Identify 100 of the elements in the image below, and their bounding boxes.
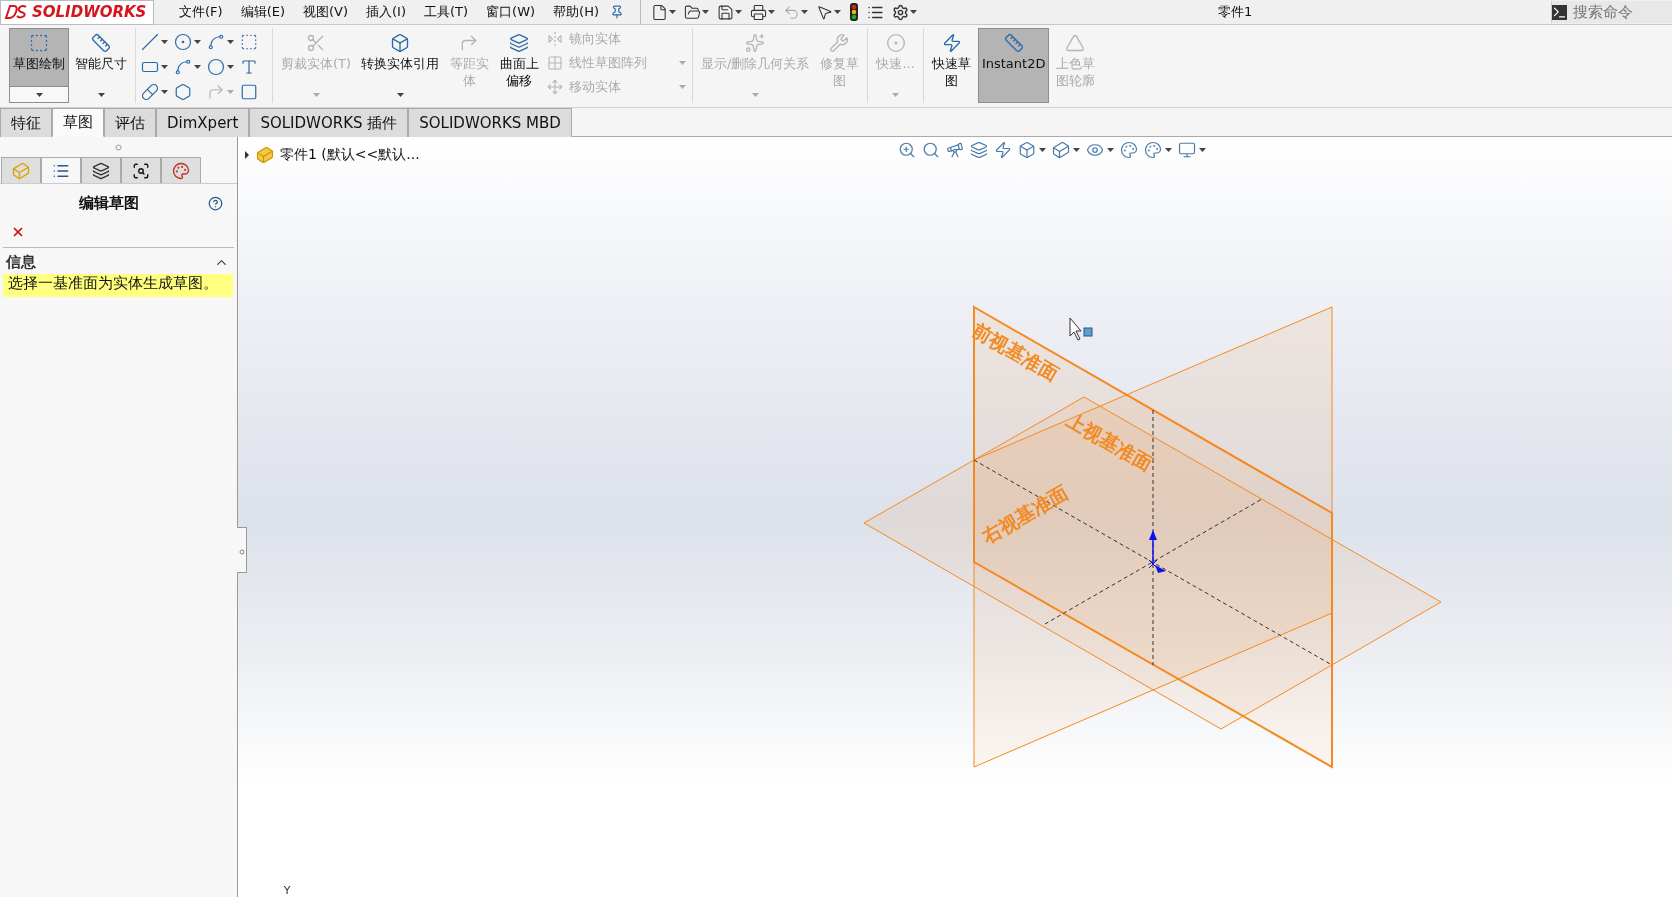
part-icon xyxy=(256,146,274,164)
command-tab[interactable]: SOLIDWORKS 插件 xyxy=(249,108,409,137)
circle-icon xyxy=(885,33,906,53)
close-icon xyxy=(11,225,25,239)
tree-item[interactable]: 零件1 (默认<<默认... xyxy=(280,146,420,164)
caret-icon xyxy=(35,92,43,97)
menu-item[interactable]: 窗口(W) xyxy=(477,3,545,21)
command-tab[interactable]: SOLIDWORKS MBD xyxy=(408,108,572,137)
caret-icon xyxy=(161,39,168,44)
plane-label: 右视基准面 xyxy=(978,481,1072,548)
view-button[interactable] xyxy=(922,141,940,159)
collapse-handle[interactable] xyxy=(237,527,247,573)
text-icon xyxy=(240,57,258,76)
wrench-icon xyxy=(829,33,850,53)
caret-icon xyxy=(910,10,918,14)
lightning-icon xyxy=(941,33,962,53)
caret-icon xyxy=(751,92,759,97)
save-icon xyxy=(717,3,735,21)
logo-mark-icon xyxy=(4,4,28,20)
spline-icon xyxy=(207,32,225,51)
dashed-rectangle-icon xyxy=(240,32,258,51)
circle-icon xyxy=(174,32,192,51)
help-icon xyxy=(208,196,223,211)
view-button[interactable] xyxy=(1086,141,1114,159)
open-folder-icon xyxy=(684,3,702,21)
terminal-icon xyxy=(1552,4,1567,20)
menu-item[interactable]: 帮助(H) xyxy=(544,3,609,21)
plane-label: 上视基准面 xyxy=(1062,408,1157,476)
menu-item[interactable]: 插入(I) xyxy=(357,3,415,21)
caret-icon xyxy=(194,39,201,44)
view-button[interactable] xyxy=(1144,141,1172,159)
axis-label: Y xyxy=(283,884,291,897)
zoom-icon xyxy=(898,141,916,159)
caret-icon xyxy=(97,92,105,97)
caret-icon xyxy=(679,85,687,89)
mirror-icon xyxy=(547,31,564,47)
arc-icon xyxy=(174,57,192,76)
zoom-area-icon xyxy=(922,141,940,159)
section-header[interactable]: 信息 xyxy=(0,248,237,274)
view-button[interactable] xyxy=(1018,141,1046,159)
eye-icon xyxy=(1086,141,1104,159)
caret-icon xyxy=(227,64,234,69)
app-logo: SOLIDWORKS xyxy=(0,0,154,25)
line-icon xyxy=(141,32,159,51)
caret-icon xyxy=(768,10,776,14)
caret-icon xyxy=(1073,148,1080,152)
caret-icon xyxy=(679,61,687,65)
part-icon xyxy=(12,161,30,180)
expand-arrow-icon[interactable] xyxy=(244,151,250,159)
pin-icon xyxy=(610,5,625,19)
document-title: 零件1 xyxy=(1216,3,1254,21)
origin-icon xyxy=(1148,530,1166,573)
panel-tab[interactable] xyxy=(81,157,121,183)
tool-button[interactable]: 草图绘制 xyxy=(9,28,69,87)
help-button[interactable] xyxy=(208,196,223,211)
caret-icon xyxy=(227,89,234,94)
pattern-icon xyxy=(547,55,564,71)
search-field[interactable]: 搜索命令 xyxy=(1551,1,1672,23)
command-tab[interactable]: 评估 xyxy=(104,108,156,137)
command-tab[interactable]: 草图 xyxy=(52,108,104,137)
caret-icon xyxy=(227,39,234,44)
command-tab[interactable]: 特征 xyxy=(0,108,52,137)
caret-icon xyxy=(834,10,842,14)
caret-icon xyxy=(312,92,320,97)
command-tab[interactable]: DimXpert xyxy=(156,108,250,137)
view-button[interactable] xyxy=(1178,141,1206,159)
panel-title: 编辑草图 xyxy=(78,194,140,213)
panel-tab[interactable] xyxy=(121,157,161,183)
printer-icon xyxy=(750,3,768,21)
menu-item[interactable]: 工具(T) xyxy=(415,3,478,21)
tool-button[interactable]: Instant2D xyxy=(977,28,1050,103)
caret-icon xyxy=(1199,148,1206,152)
cancel-button[interactable] xyxy=(11,225,25,239)
view-button[interactable] xyxy=(898,141,916,159)
tool-button[interactable]: 智能尺寸 xyxy=(71,28,131,87)
slot-icon xyxy=(141,82,159,101)
tool-button[interactable]: 曲面上偏移 xyxy=(495,28,544,103)
caret-icon xyxy=(892,92,900,97)
cube-icon xyxy=(390,33,411,53)
caret-icon xyxy=(1165,148,1172,152)
view-button[interactable] xyxy=(1052,141,1080,159)
dropdown-button[interactable] xyxy=(9,87,69,103)
menu-item[interactable]: 文件(F) xyxy=(170,3,232,21)
plane-label: 前视基准面 xyxy=(968,318,1063,386)
polygon-icon xyxy=(174,82,192,101)
tool-button[interactable]: 转换实体引用 xyxy=(357,28,444,87)
caret-icon xyxy=(1107,148,1114,152)
new-document-icon xyxy=(651,3,669,21)
caret-icon xyxy=(669,10,677,14)
ellipse-icon xyxy=(207,57,225,76)
monitor-icon xyxy=(1178,141,1196,159)
tool-button[interactable]: 快速草图 xyxy=(927,28,976,103)
triangle-icon xyxy=(1065,33,1086,53)
caret-icon xyxy=(702,10,710,14)
traffic-light-icon xyxy=(849,3,860,21)
settings-icon xyxy=(892,3,910,21)
menu-item[interactable]: 视图(V) xyxy=(294,3,358,21)
sketch-icon xyxy=(29,33,49,53)
ruler-icon xyxy=(1003,33,1024,53)
menu-item[interactable]: 编辑(E) xyxy=(231,3,294,21)
